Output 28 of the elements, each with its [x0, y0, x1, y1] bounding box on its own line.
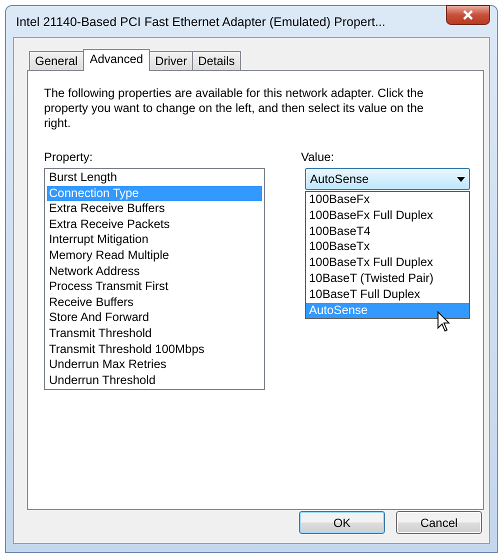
- tab[interactable]: Details: [192, 51, 241, 70]
- property-item[interactable]: Interrupt Mitigation: [47, 232, 262, 248]
- intro-text: The following properties are available for this network adapter. Click the property you want to change on the left, and then select its value on the right.: [44, 86, 425, 131]
- property-item[interactable]: Store And Forward: [47, 310, 262, 326]
- property-item[interactable]: Network Address: [47, 264, 262, 280]
- close-icon: [462, 10, 474, 20]
- property-item[interactable]: Memory Read Multiple: [47, 248, 262, 264]
- property-item[interactable]: Burst Length: [47, 170, 262, 186]
- property-item[interactable]: Extra Receive Packets: [47, 216, 262, 232]
- property-label: Property:: [44, 150, 94, 166]
- tab[interactable]: General: [29, 51, 84, 70]
- window-title: Intel 21140-Based PCI Fast Ethernet Adapter (Emulated) Propert...: [15, 14, 386, 28]
- close-button[interactable]: [446, 4, 490, 24]
- property-item[interactable]: Receive Buffers: [47, 294, 262, 310]
- property-item[interactable]: Underrun Max Retries: [47, 357, 262, 373]
- dropdown-arrow-icon: [457, 176, 465, 182]
- property-item[interactable]: Transmit Threshold: [47, 326, 262, 342]
- tab[interactable]: Advanced: [82, 49, 150, 71]
- property-item[interactable]: Extra Receive Buffers: [47, 201, 262, 217]
- value-dropdown[interactable]: AutoSense: [305, 168, 470, 190]
- value-label: Value:: [301, 150, 336, 166]
- dialog-button[interactable]: Cancel: [396, 511, 482, 534]
- property-item[interactable]: Process Transmit First: [47, 279, 262, 295]
- property-item[interactable]: Transmit Threshold 100Mbps: [47, 342, 262, 358]
- dialog-button[interactable]: OK: [299, 511, 385, 534]
- property-item[interactable]: Underrun Threshold: [47, 372, 262, 388]
- property-list[interactable]: [44, 168, 265, 390]
- tab[interactable]: Driver: [149, 51, 194, 70]
